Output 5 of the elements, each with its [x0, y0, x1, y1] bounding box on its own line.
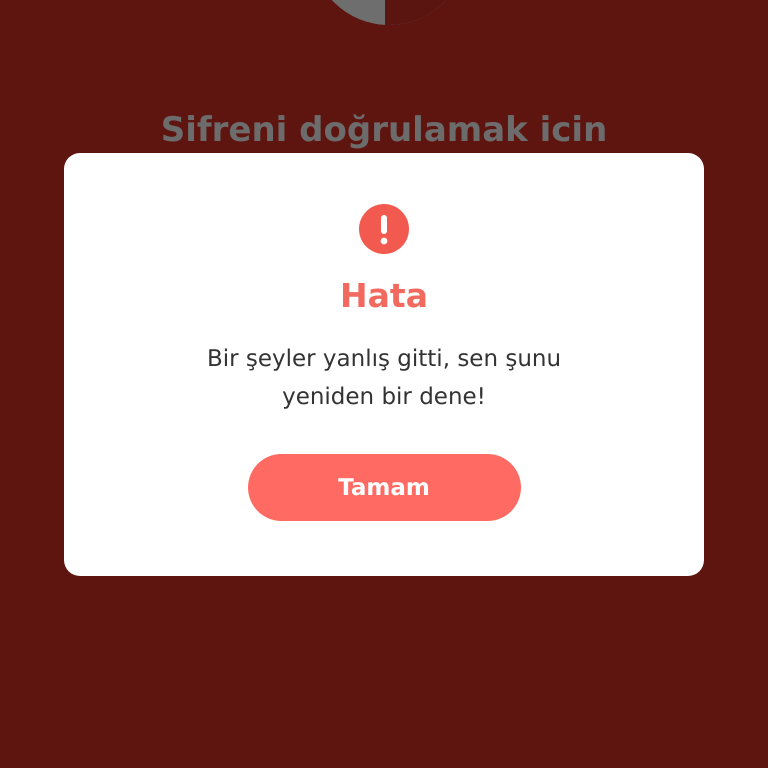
dialog-message: Bir şeyler yanlış gitti, sen şunu yeniden bir dene! — [206, 345, 562, 412]
ok-button[interactable]: Tamam — [248, 454, 520, 521]
page-heading: Sifreni doğrulamak icin — [160, 109, 608, 151]
alert-icon — [359, 204, 409, 254]
dialog-title: Hata — [340, 276, 428, 315]
